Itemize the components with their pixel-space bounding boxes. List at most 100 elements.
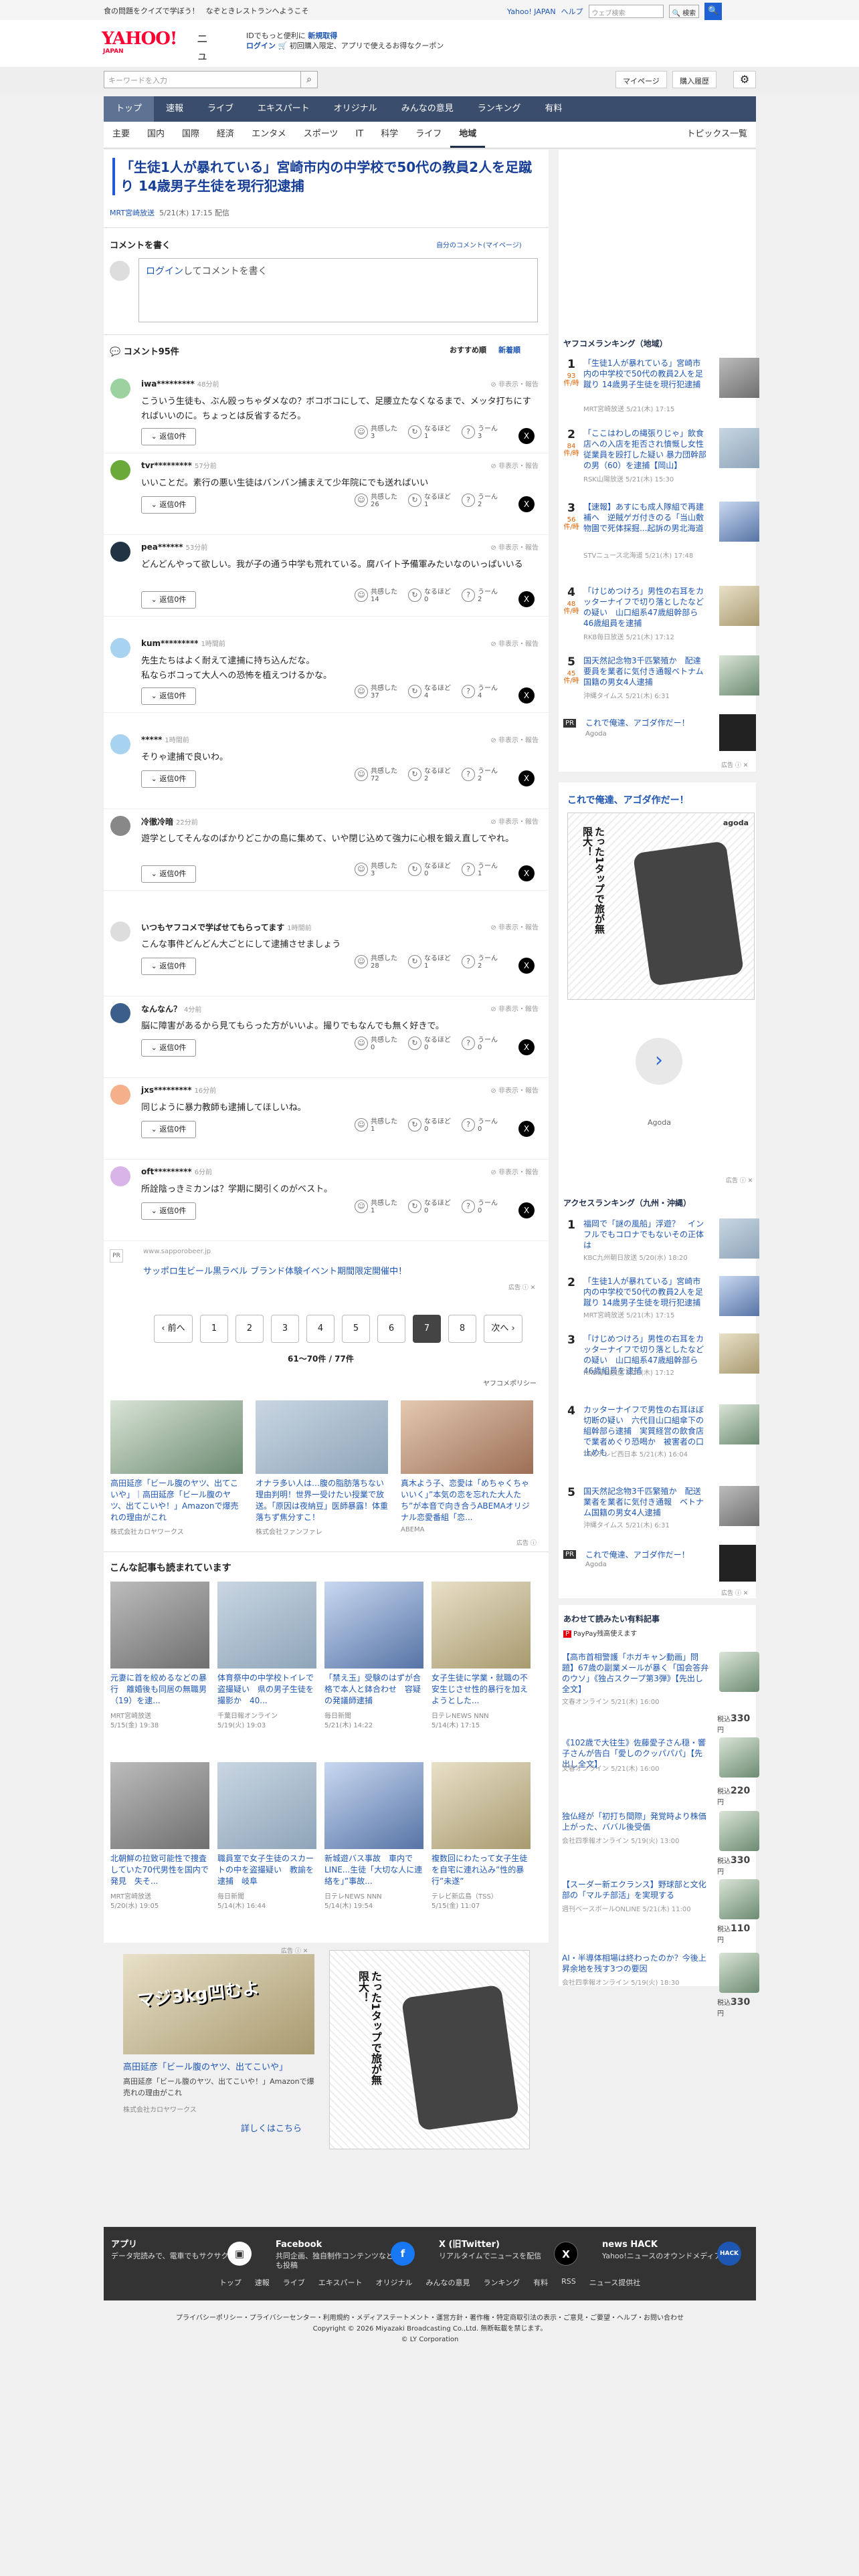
policy-link[interactable]: ヤフコメポリシー — [483, 1378, 537, 1388]
ad-headline[interactable]: サッポロ生ビール黒ラベル ブランド体験イベント期間限定開催中！ — [143, 1264, 407, 1277]
avatar[interactable] — [110, 816, 130, 836]
author-thumbnail[interactable] — [719, 1879, 759, 1919]
page-8[interactable]: 8 — [448, 1315, 476, 1343]
hmm-reaction-button[interactable]: ? うーん 2 — [462, 768, 498, 782]
avatar[interactable] — [110, 460, 130, 480]
purchase-history-button[interactable]: 購入履歴 — [672, 71, 717, 88]
footer-facebook[interactable]: Facebook 共同企画、独自制作コンテンツなども投稿 — [276, 2240, 396, 2270]
like-reaction-button[interactable]: ☺ 共感した 3 — [355, 863, 397, 877]
author-thumbnail[interactable] — [719, 1811, 759, 1851]
hmm-reaction-button[interactable]: ? うーん 0 — [462, 1200, 498, 1214]
article-thumbnail[interactable] — [110, 1582, 209, 1669]
ad-banner-image[interactable]: マジ3kg凹むよ — [123, 1954, 314, 2054]
ranking-title[interactable]: 「ここはわしの縄張りじゃ」飲食店への入店を拒否され憤慨し女性従業員を殴打した疑い… — [583, 428, 708, 471]
mypage-button[interactable]: マイページ — [615, 71, 667, 88]
x-share-icon[interactable]: X — [518, 770, 535, 786]
hide-report-link[interactable]: ⊘ 非表示・報告 — [490, 379, 539, 389]
comment-author[interactable]: oft********* 6分前 — [141, 1166, 212, 1176]
reply-button[interactable]: ⌄ 返信0件 — [141, 1121, 196, 1138]
like-reaction-button[interactable]: ☺ 共感した 14 — [355, 588, 397, 603]
ad-image[interactable] — [110, 1400, 243, 1474]
page-5[interactable]: 5 — [342, 1315, 370, 1343]
comment-author[interactable]: jxs********* 16分前 — [141, 1085, 216, 1095]
agree-reaction-button[interactable]: ↻ なるほど 0 — [408, 588, 451, 603]
ad-card-title[interactable]: オナラ多い人は…腹の脂肪落ちない理由判明！世界一受けたい授業で放送。「原因は夜納… — [256, 1478, 388, 1523]
ranking-title[interactable]: 【速報】あすにも成人隊組で再建補へ 逆賊ゲガ付きのる「当山敷物園で死体採掘...… — [583, 502, 708, 534]
ranking-thumbnail[interactable] — [719, 1486, 759, 1526]
tab-opinion[interactable]: みんなの意見 — [389, 96, 466, 122]
paid-article-title[interactable]: 独仏経が「初打ち間際」発覚時より株価上がった、ババル後受価 — [562, 1811, 709, 1832]
tab-expert[interactable]: エキスパート — [246, 96, 322, 122]
paid-article-title[interactable]: AI・半導体相場は終わったのか？今後上昇余地を残す3つの要因 — [562, 1953, 709, 1974]
chevron-right-icon[interactable]: › — [636, 1038, 682, 1085]
ranking-item[interactable]: 5 国天然記念物3千匹繁殖か 配送業者を業者に気付き通報 ベトナム国籍の男女4人逮… — [562, 1486, 759, 1539]
agree-reaction-button[interactable]: ↻ なるほど 4 — [408, 685, 451, 700]
footer-newshack[interactable]: news HACK Yahoo!ニュースのオウンドメディア — [602, 2240, 723, 2261]
reply-button[interactable]: ⌄ 返信0件 — [141, 496, 196, 514]
like-reaction-button[interactable]: ☺ 共感した 28 — [355, 955, 397, 970]
paid-article-item[interactable]: 【高市首相警護「ホガキャン動画」問題】67歳の副業メールが暴く「国会答弁のウソ」… — [562, 1652, 759, 1734]
help-link[interactable]: ヘルプ — [561, 6, 583, 17]
agree-reaction-button[interactable]: ↻ なるほど 0 — [408, 1118, 451, 1133]
next-page-button[interactable]: 次へ › — [484, 1315, 522, 1343]
ranking-item[interactable]: 2 「生徒1人が暴れている」宮崎市内の中学校で50代の教員2人を足蹴り 14歳男子… — [562, 1276, 759, 1329]
sort-newest[interactable]: 新着順 — [498, 344, 520, 355]
hmm-reaction-button[interactable]: ? うーん 2 — [462, 494, 498, 508]
ad-image[interactable] — [256, 1400, 388, 1474]
cat-main[interactable]: 主要 — [104, 122, 138, 148]
hmm-reaction-button[interactable]: ? うーん 4 — [462, 685, 498, 700]
comment-author[interactable]: ***** 1時間前 — [141, 734, 189, 744]
author-thumbnail[interactable] — [719, 1953, 759, 1993]
hmm-reaction-button[interactable]: ? うーん 1 — [462, 863, 498, 877]
tab-original[interactable]: オリジナル — [322, 96, 389, 122]
reply-button[interactable]: ⌄ 返信0件 — [141, 865, 196, 883]
hmm-reaction-button[interactable]: ? うーん 2 — [462, 955, 498, 970]
agree-reaction-button[interactable]: ↻ なるほど 0 — [408, 863, 451, 877]
ranking-title[interactable]: 国天然記念物3千匹繁殖か 配達要員を業者に気付き通報ベトナム国籍の男女4人逮捕 — [583, 655, 708, 687]
agree-reaction-button[interactable]: ↻ なるほど 0 — [408, 1037, 451, 1051]
author-thumbnail[interactable] — [719, 1652, 759, 1692]
comment-author[interactable]: tvr********* 57分前 — [141, 460, 217, 470]
hmm-reaction-button[interactable]: ? うーん 2 — [462, 588, 498, 603]
paid-article-item[interactable]: AI・半導体相場は終わったのか？今後上昇余地を残す3つの要因 会社四季報オンライン… — [562, 1953, 759, 2020]
hide-report-link[interactable]: ⊘ 非表示・報告 — [490, 542, 539, 552]
like-reaction-button[interactable]: ☺ 共感した 72 — [355, 768, 397, 782]
ranking-thumbnail[interactable] — [719, 1333, 759, 1374]
ranking-item[interactable]: 3 「けじめつけろ」男性の右耳をカッターナイフで切り落としたなどの疑い 山口組系4… — [562, 1333, 759, 1387]
hide-report-link[interactable]: ⊘ 非表示・報告 — [490, 922, 539, 932]
paid-article-item[interactable]: 独仏経が「初打ち間際」発覚時より株価上がった、ババル後受価 会社四季報オンライン … — [562, 1811, 759, 1878]
hmm-reaction-button[interactable]: ? うーん 3 — [462, 425, 498, 440]
tab-breaking[interactable]: 速報 — [154, 96, 195, 122]
agree-reaction-button[interactable]: ↻ なるほど 2 — [408, 768, 451, 782]
related-article-title[interactable]: 女子生徒に学業・就職の不安生じさせ性的暴行を加えようとした... — [432, 1673, 531, 1707]
avatar[interactable] — [110, 734, 130, 754]
paid-article-item[interactable]: 《102歳で大往生》佐藤愛子さん穏・響子さんが告白「愛しのクッパパパ」【先出し全… — [562, 1737, 759, 1806]
news-hack-icon[interactable]: HACK — [717, 2242, 741, 2266]
x-share-icon[interactable]: X — [518, 1039, 535, 1055]
pr-thumbnail[interactable] — [719, 1545, 756, 1582]
avatar[interactable] — [110, 379, 130, 399]
author-thumbnail[interactable] — [719, 1737, 759, 1778]
related-article-title[interactable]: 体育祭中の中学校トイレで盗撮疑い 県の男子生徒を撮影か 40... — [217, 1673, 316, 1707]
page-4[interactable]: 4 — [306, 1315, 335, 1343]
ranking-item[interactable]: 4 48 件/時 「けじめつけろ」男性の右耳をカッターナイフで切り落としたなどの疑い … — [562, 586, 759, 650]
cat-it[interactable]: IT — [347, 122, 372, 148]
hide-report-link[interactable]: ⊘ 非表示・報告 — [490, 1085, 539, 1095]
ranking-title[interactable]: 国天然記念物3千匹繁殖か 配送業者を業者に気付き通報 ベトナム国籍の男女4人逮捕 — [583, 1486, 708, 1518]
footer-link[interactable]: ニュース提供社 — [589, 2277, 640, 2288]
x-share-icon[interactable]: X — [518, 496, 535, 512]
sort-recommended[interactable]: おすすめ順 — [450, 344, 486, 355]
ranking-title[interactable]: 「生徒1人が暴れている」宮崎市内の中学校で50代の教員2人を足蹴り 14歳男子生… — [583, 358, 708, 390]
news-search-input[interactable]: キーワードを入力 ⌕ — [104, 71, 318, 88]
avatar[interactable] — [110, 922, 130, 942]
side-ad-image[interactable]: たった1タップで旅が無限大！ agoda — [567, 813, 755, 1000]
footer-link[interactable]: RSS — [561, 2277, 576, 2288]
comment-author[interactable]: kum********* 1時間前 — [141, 638, 225, 648]
reply-button[interactable]: ⌄ 返信0件 — [141, 687, 196, 705]
pr-thumbnail[interactable] — [719, 714, 756, 751]
like-reaction-button[interactable]: ☺ 共感した 1 — [355, 1200, 397, 1214]
reply-button[interactable]: ⌄ 返信0件 — [141, 428, 196, 445]
x-share-icon[interactable]: X — [518, 958, 535, 974]
legal-links[interactable]: プライバシーポリシー・プライバシーセンター・利用規約・メディアステートメント・運… — [104, 2313, 756, 2324]
cat-sports[interactable]: スポーツ — [295, 122, 347, 148]
